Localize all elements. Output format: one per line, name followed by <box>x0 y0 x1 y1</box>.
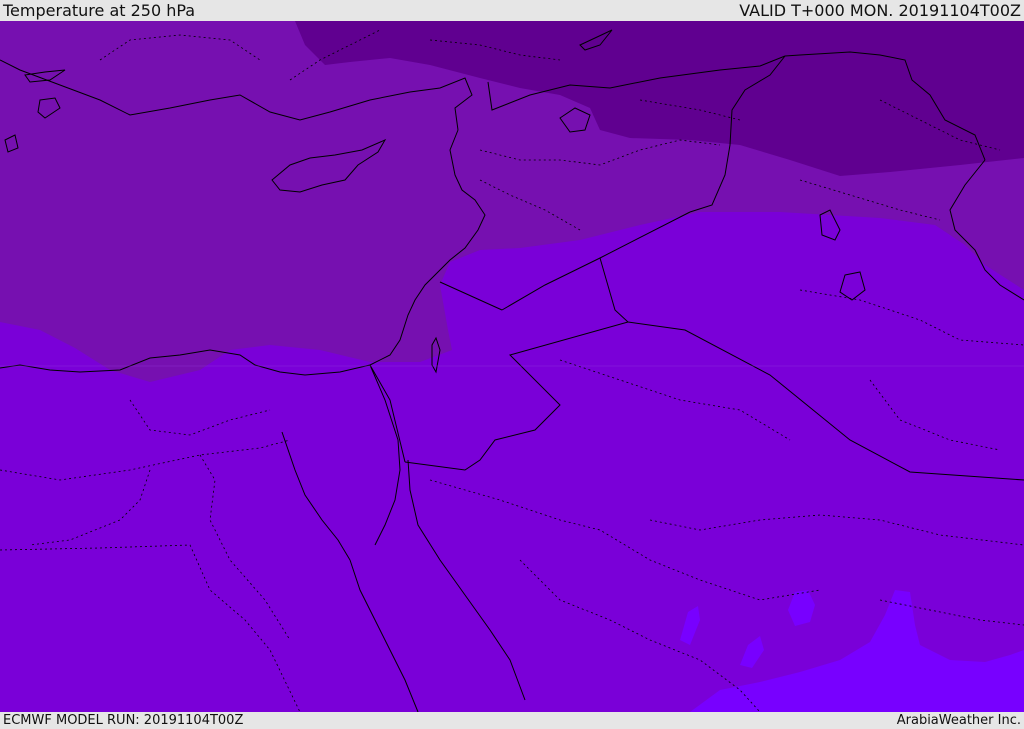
footer-bar: ECMWF MODEL RUN: 20191104T00Z ArabiaWeat… <box>0 712 1024 729</box>
map-frame: Temperature at 250 hPa VALID T+000 MON. … <box>0 0 1024 729</box>
valid-time: VALID T+000 MON. 20191104T00Z <box>739 1 1021 20</box>
header-bar: Temperature at 250 hPa VALID T+000 MON. … <box>0 0 1024 21</box>
map-title: Temperature at 250 hPa <box>3 1 196 20</box>
temperature-map <box>0 21 1024 712</box>
credit-text: ArabiaWeather Inc. <box>896 713 1021 728</box>
model-run: ECMWF MODEL RUN: 20191104T00Z <box>3 713 244 728</box>
